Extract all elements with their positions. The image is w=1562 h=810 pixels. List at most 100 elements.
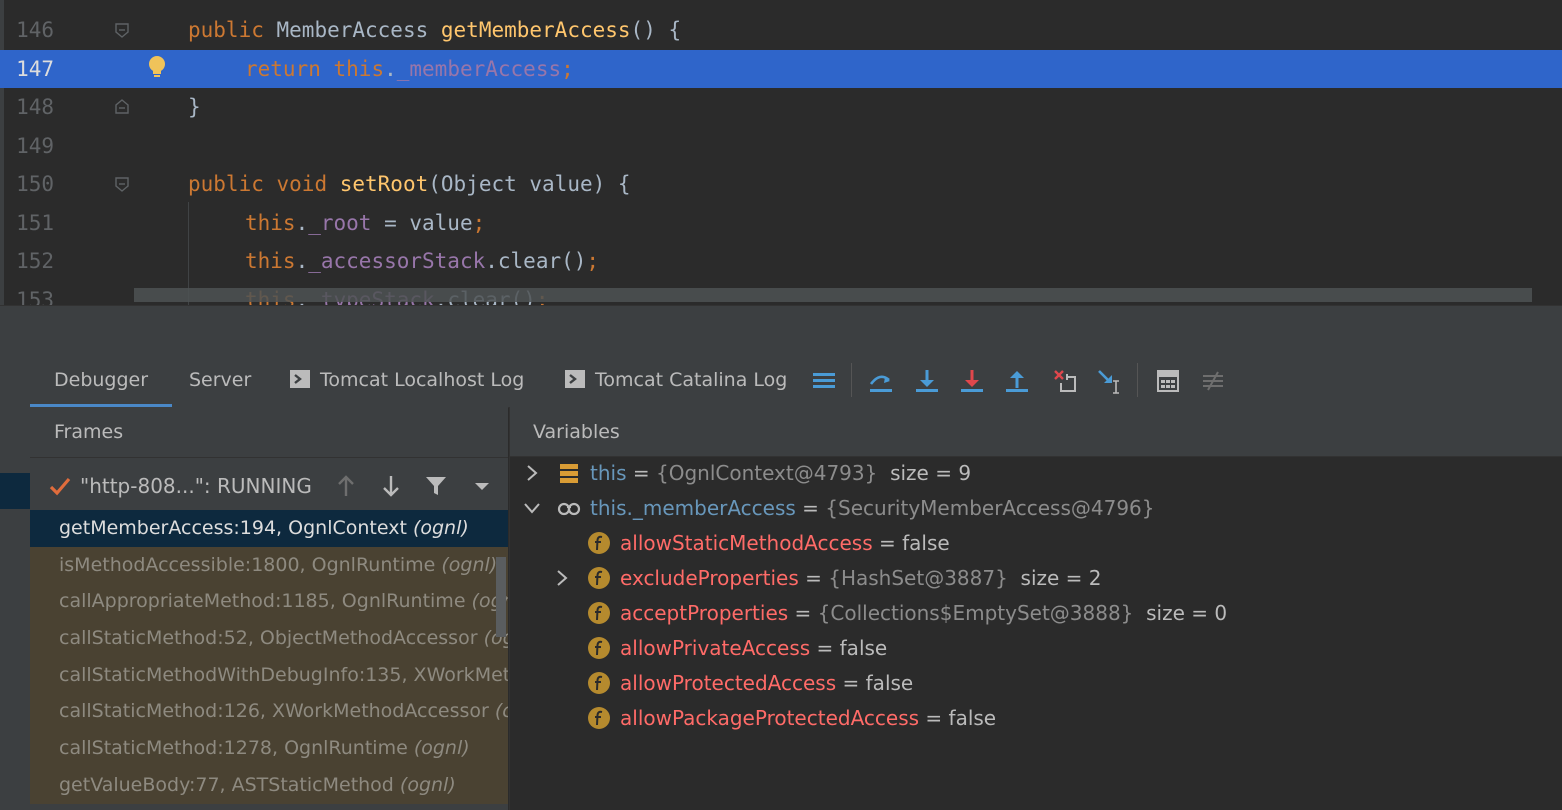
code-token: public [188, 18, 277, 42]
line-number: 148 [16, 95, 54, 119]
variable-row[interactable]: excludeProperties = {HashSet@3887} size … [553, 561, 1102, 596]
arrow-up-icon[interactable] [334, 474, 358, 498]
variable-reference: {Collections$EmptySet@3888} [817, 601, 1134, 625]
layout-menu-icon[interactable] [811, 368, 837, 394]
chevron-right-icon [557, 570, 568, 586]
frame-item[interactable]: isMethodAccessible:1800, OgnlRuntime (og… [30, 546, 508, 584]
code-line[interactable]: 146 public MemberAccess getMemberAccess()… [0, 11, 1562, 49]
tool-window-splitter[interactable] [0, 305, 1562, 354]
frame-item[interactable]: getValueBody:77, ASTStaticMethod (ognl) [30, 766, 508, 804]
code-text: return this._memberAccess; [245, 50, 574, 88]
variable-value: size = 0 [1133, 601, 1228, 625]
variable-value: false [948, 706, 997, 730]
code-line[interactable]: 150 public void setRoot(Object value) { [0, 165, 1562, 203]
variable-equals: = [798, 566, 829, 590]
code-token: () { [630, 18, 682, 42]
tab-server[interactable]: Server [189, 353, 251, 407]
code-token: . [295, 249, 309, 273]
frame-package: (ognl) [441, 553, 498, 576]
code-line[interactable]: 149 [0, 127, 1562, 165]
variable-name: allowPrivateAccess [620, 636, 811, 660]
chevron-down-icon [524, 503, 540, 514]
variable-name: excludeProperties [620, 566, 799, 590]
code-token: (Object value) { [428, 172, 631, 196]
code-line[interactable]: 152 this._accessorStack.clear(); [0, 242, 1562, 280]
field-icon [588, 637, 610, 659]
variable-row[interactable]: this._memberAccess = {SecurityMemberAcce… [523, 491, 1155, 526]
code-token: this [245, 210, 296, 235]
frame-item[interactable]: callStaticMethodWithDebugInfo:135, XWork… [30, 656, 508, 694]
frame-list: getMemberAccess:194, OgnlContext (ognl) i… [30, 510, 508, 804]
code-line[interactable]: 151 this._root = value; [0, 204, 1562, 242]
code-token: . [384, 56, 397, 81]
arrow-down-icon[interactable] [379, 474, 403, 498]
code-editor[interactable]: 146 public MemberAccess getMemberAccess()… [0, 0, 1562, 305]
frame-item[interactable]: callStaticMethod:52, ObjectMethodAccesso… [30, 620, 508, 657]
frame-package: (ognl) [412, 517, 469, 539]
line-number: 151 [16, 210, 54, 235]
variable-row[interactable]: allowPackageProtectedAccess = false [553, 701, 996, 736]
code-token: void [276, 172, 340, 196]
code-token: = value [371, 210, 473, 235]
console-icon [565, 370, 585, 388]
variable-row[interactable]: allowPrivateAccess = false [553, 631, 887, 666]
variable-equals: = [788, 601, 818, 625]
variable-value: false [839, 636, 888, 660]
drop-frame-icon[interactable] [1052, 368, 1078, 394]
frames-vertical-scrollbar[interactable] [496, 557, 506, 637]
frame-package: (com.opensymphony.xwork2.ognl.accessor) [494, 700, 508, 723]
variable-name: this._memberAccess [590, 496, 796, 520]
filter-icon[interactable] [424, 474, 448, 498]
code-token: } [188, 95, 201, 119]
variable-row[interactable]: allowStaticMethodAccess = false [553, 526, 950, 561]
code-token: _memberAccess [396, 56, 562, 81]
run-to-cursor-icon[interactable] [1096, 368, 1122, 394]
frame-method: getMemberAccess:194, OgnlContext [59, 517, 413, 539]
code-token: setRoot [339, 172, 429, 196]
current-execution-line[interactable]: 147 return this._memberAccess; [0, 49, 1562, 88]
step-out-icon[interactable] [1004, 368, 1030, 394]
variable-value: size = 9 [877, 461, 972, 485]
variable-value: size = 2 [1007, 566, 1102, 590]
variable-equals: = [795, 496, 826, 520]
editor-horizontal-scrollbar[interactable] [134, 288, 1532, 302]
trace-current-stream-icon[interactable] [1200, 368, 1226, 394]
variable-name: acceptProperties [620, 601, 789, 625]
code-token: public [188, 172, 277, 196]
left-strip-selection [0, 473, 30, 509]
variable-name: this [590, 461, 627, 485]
code-text: public void setRoot(Object value) { [188, 165, 631, 203]
force-step-into-icon[interactable] [959, 368, 985, 394]
line-number: 147 [16, 56, 54, 81]
variable-value: false [865, 671, 914, 695]
frame-package: (ognl) [413, 737, 470, 760]
tab-debugger[interactable]: Debugger [30, 353, 173, 407]
variable-row[interactable]: acceptProperties = {Collections$EmptySet… [553, 596, 1227, 631]
code-line[interactable]: 148} [0, 88, 1562, 126]
chevron-down-icon[interactable] [470, 474, 494, 498]
frame-method: callStaticMethod:52, ObjectMethodAccesso… [59, 627, 484, 650]
variable-row[interactable]: allowProtectedAccess = false [553, 666, 913, 701]
evaluate-expression-icon[interactable] [1155, 368, 1181, 394]
tab-tomcat-localhost-log[interactable]: Tomcat Localhost Log [290, 353, 524, 407]
code-token: _accessorStack [308, 249, 486, 273]
variable-reference: {OgnlContext@4793} [655, 461, 878, 485]
line-number: 153 [16, 287, 54, 306]
step-into-icon[interactable] [914, 368, 940, 394]
frame-item[interactable]: callStaticMethod:1278, OgnlRuntime (ognl… [30, 730, 508, 767]
frame-item[interactable]: callStaticMethod:126, XWorkMethodAccesso… [30, 693, 508, 731]
field-icon [588, 672, 610, 694]
field-icon [588, 707, 610, 729]
thread-selector[interactable]: "http-808...": RUNNING [30, 457, 508, 514]
frame-item[interactable]: callAppropriateMethod:1185, OgnlRuntime … [30, 583, 508, 621]
variable-row[interactable]: this = {OgnlContext@4793} size = 9 [523, 456, 971, 491]
step-over-icon[interactable] [868, 368, 894, 394]
tab-tomcat-catalina-log[interactable]: Tomcat Catalina Log [565, 353, 787, 407]
variables-title: Variables [510, 407, 1562, 457]
code-token: . [295, 210, 309, 235]
variable-equals: = [810, 636, 840, 660]
frame-item-selected[interactable]: getMemberAccess:194, OgnlContext (ognl) [30, 510, 508, 547]
